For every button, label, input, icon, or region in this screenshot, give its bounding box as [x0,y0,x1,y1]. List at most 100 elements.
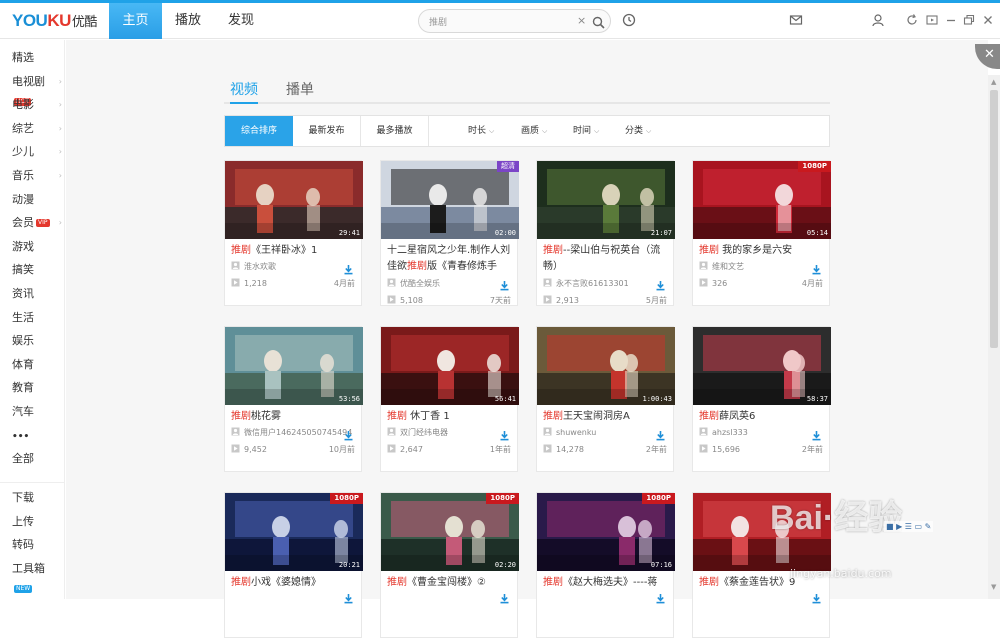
sidebar-item[interactable]: 体育 [12,355,62,375]
sidebar-item[interactable]: 娱乐 [12,331,62,351]
history-clock-icon[interactable] [621,12,637,28]
video-uploader[interactable]: ahzsl333 [699,427,748,438]
video-thumbnail[interactable]: 56:41 [381,327,519,405]
nav-play-tab[interactable]: 播放 [166,3,210,39]
sidebar-item[interactable]: 搞笑 [12,260,62,280]
video-uploader[interactable]: 维和文艺 [699,261,744,272]
video-card[interactable]: 05:14 1080P 推剧 我的家乡是六安 维和文艺 326 4月前 [692,160,831,306]
video-thumbnail[interactable]: 02:00 超清 [381,161,519,239]
refresh-icon[interactable] [904,12,920,28]
sidebar-tool-item[interactable]: 转码 [12,535,62,555]
video-title[interactable]: 推剧《赵大梅选夫》----蒋 [543,575,669,605]
video-uploader[interactable]: 永不言败61613301 [543,278,629,289]
video-title[interactable]: 推剧《曹金宝闯楼》② [387,575,513,605]
sidebar-tool-item[interactable]: 工具箱 NEW [12,559,62,593]
video-uploader[interactable]: 微信用户146245050745494 [231,427,352,438]
sidebar-item[interactable]: 电影 › [12,95,62,115]
minimize-icon[interactable] [943,12,959,28]
close-window-icon[interactable] [980,12,996,28]
video-card[interactable]: 02:20 1080P 推剧《曹金宝闯楼》② [380,492,519,638]
video-thumbnail[interactable]: 53:56 [225,327,363,405]
video-thumbnail[interactable]: 02:20 1080P [381,493,519,571]
sidebar-item[interactable]: 音乐 › [12,166,62,186]
nav-discover-tab[interactable]: 发现 [218,3,264,39]
quality-dropdown[interactable]: 画质 ⌵ [521,116,547,146]
search-icon[interactable] [592,14,605,33]
download-icon[interactable] [499,276,510,295]
video-thumbnail[interactable]: 05:14 1080P [693,161,831,239]
uploader-name: 永不言败61613301 [556,279,629,288]
tab-playlists[interactable]: 播单 [286,80,314,102]
download-icon[interactable] [343,426,354,445]
video-uploader[interactable]: shuwenku [543,427,596,438]
video-card[interactable]: 20:21 1080P 推剧小戏《婆媳情》 [224,492,363,638]
sidebar-tool-item[interactable]: 下载 [12,488,62,508]
sidebar-item[interactable]: 资讯 [12,284,62,304]
tab-videos[interactable]: 视频 [230,80,258,104]
sidebar-item[interactable]: 会员 VIP › [12,213,62,233]
video-thumbnail[interactable]: 1:00:43 [537,327,675,405]
sidebar-item[interactable]: 教育 [12,378,62,398]
mini-player-icon[interactable] [924,12,940,28]
scrollbar-thumb[interactable] [990,90,998,348]
sidebar-item[interactable]: 精选 [12,48,62,68]
message-mail-icon[interactable] [788,12,804,28]
video-card[interactable]: 58:37 推剧薛凤英6 ahzsl333 15,696 2年前 [692,326,831,472]
category-dropdown[interactable]: 分类 ⌵ [625,116,651,146]
sort-most-played-button[interactable]: 最多播放 [361,116,429,146]
video-card[interactable]: 07:16 1080P 推剧《赵大梅选夫》----蒋 [536,492,675,638]
sidebar-item[interactable]: 生活 [12,308,62,328]
video-thumbnail[interactable]: 29:41 [225,161,363,239]
search-input[interactable] [429,13,569,29]
video-title-keyword: 推剧 [231,245,251,256]
sidebar-item-label: 全部 [12,452,34,466]
video-title-post: 小戏《婆媳情》 [251,577,321,588]
sidebar-item[interactable]: 游戏 [12,237,62,257]
play-count-value: 5,108 [400,296,423,305]
video-uploader[interactable]: 优酷全娱乐 [387,278,440,289]
sidebar-item[interactable]: ••• [12,426,62,446]
sidebar-tool-label: 上传 [12,514,34,528]
video-thumbnail[interactable]: 20:21 1080P [225,493,363,571]
nav-home-tab[interactable]: 主页 [109,3,162,39]
sidebar-badge: VIP [36,219,50,228]
download-icon[interactable] [499,426,510,445]
sort-newest-button[interactable]: 最新发布 [293,116,361,146]
video-card[interactable]: 29:41 推剧《王祥卧冰》1 淮水欢歌 1,218 4月前 [224,160,363,306]
user-account-icon[interactable] [870,12,886,28]
video-card[interactable]: 21:07 推剧--梁山伯与祝英台（流畅） 永不言败61613301 2,913 5月前 [536,160,675,306]
sidebar-item[interactable]: 动漫 [12,190,62,210]
time-dropdown[interactable]: 时间 ⌵ [573,116,599,146]
video-title[interactable]: 十二星宿风之少年.制作人刘佳欲推剧版《青春修炼手 [387,243,513,273]
clear-search-icon[interactable]: × [577,14,586,27]
scroll-up-arrow-icon[interactable]: ▲ [991,78,996,86]
scroll-down-arrow-icon[interactable]: ▼ [991,583,996,591]
video-uploader[interactable]: 双门经纬电器 [387,427,448,438]
sidebar-item[interactable]: 汽车 [12,402,62,422]
video-title[interactable]: 推剧小戏《婆媳情》 [231,575,357,605]
download-icon[interactable] [343,260,354,279]
sidebar-tool-item[interactable]: 上传 [12,512,62,532]
sidebar-item[interactable]: 全部 [12,449,62,469]
video-duration: 20:21 [338,561,360,569]
video-card[interactable]: 56:41 推剧 休丁香 1 双门经纬电器 2,647 1年前 [380,326,519,472]
video-card[interactable]: 1:00:43 推剧王天宝闹洞房A shuwenku 14,278 2年前 [536,326,675,472]
duration-dropdown[interactable]: 时长 ⌵ [468,116,494,146]
video-card[interactable]: 53:56 推剧桃花雾 微信用户146245050745494 9,452 10月前 [224,326,363,472]
download-icon[interactable] [655,426,666,445]
sidebar-item[interactable]: 综艺 › [12,119,62,139]
video-uploader[interactable]: 淮水欢歌 [231,261,276,272]
video-thumbnail[interactable]: 21:07 [537,161,675,239]
sort-comprehensive-button[interactable]: 综合排序 [225,116,293,146]
video-thumbnail[interactable]: 07:16 1080P [537,493,675,571]
sidebar-item[interactable]: 少儿 › [12,142,62,162]
video-title[interactable]: 推剧--梁山伯与祝英台（流畅） [543,243,669,273]
download-icon[interactable] [811,426,822,445]
download-icon[interactable] [811,260,822,279]
youku-logo[interactable]: YOUKU优酷 [12,11,97,31]
video-card[interactable]: 02:00 超清十二星宿风之少年.制作人刘佳欲推剧版《青春修炼手优酷全娱乐 5,10… [380,160,519,306]
sidebar-item[interactable]: 电视剧HOT › [12,72,62,106]
restore-window-icon[interactable] [961,12,977,28]
download-icon[interactable] [655,276,666,295]
video-thumbnail[interactable]: 58:37 [693,327,831,405]
